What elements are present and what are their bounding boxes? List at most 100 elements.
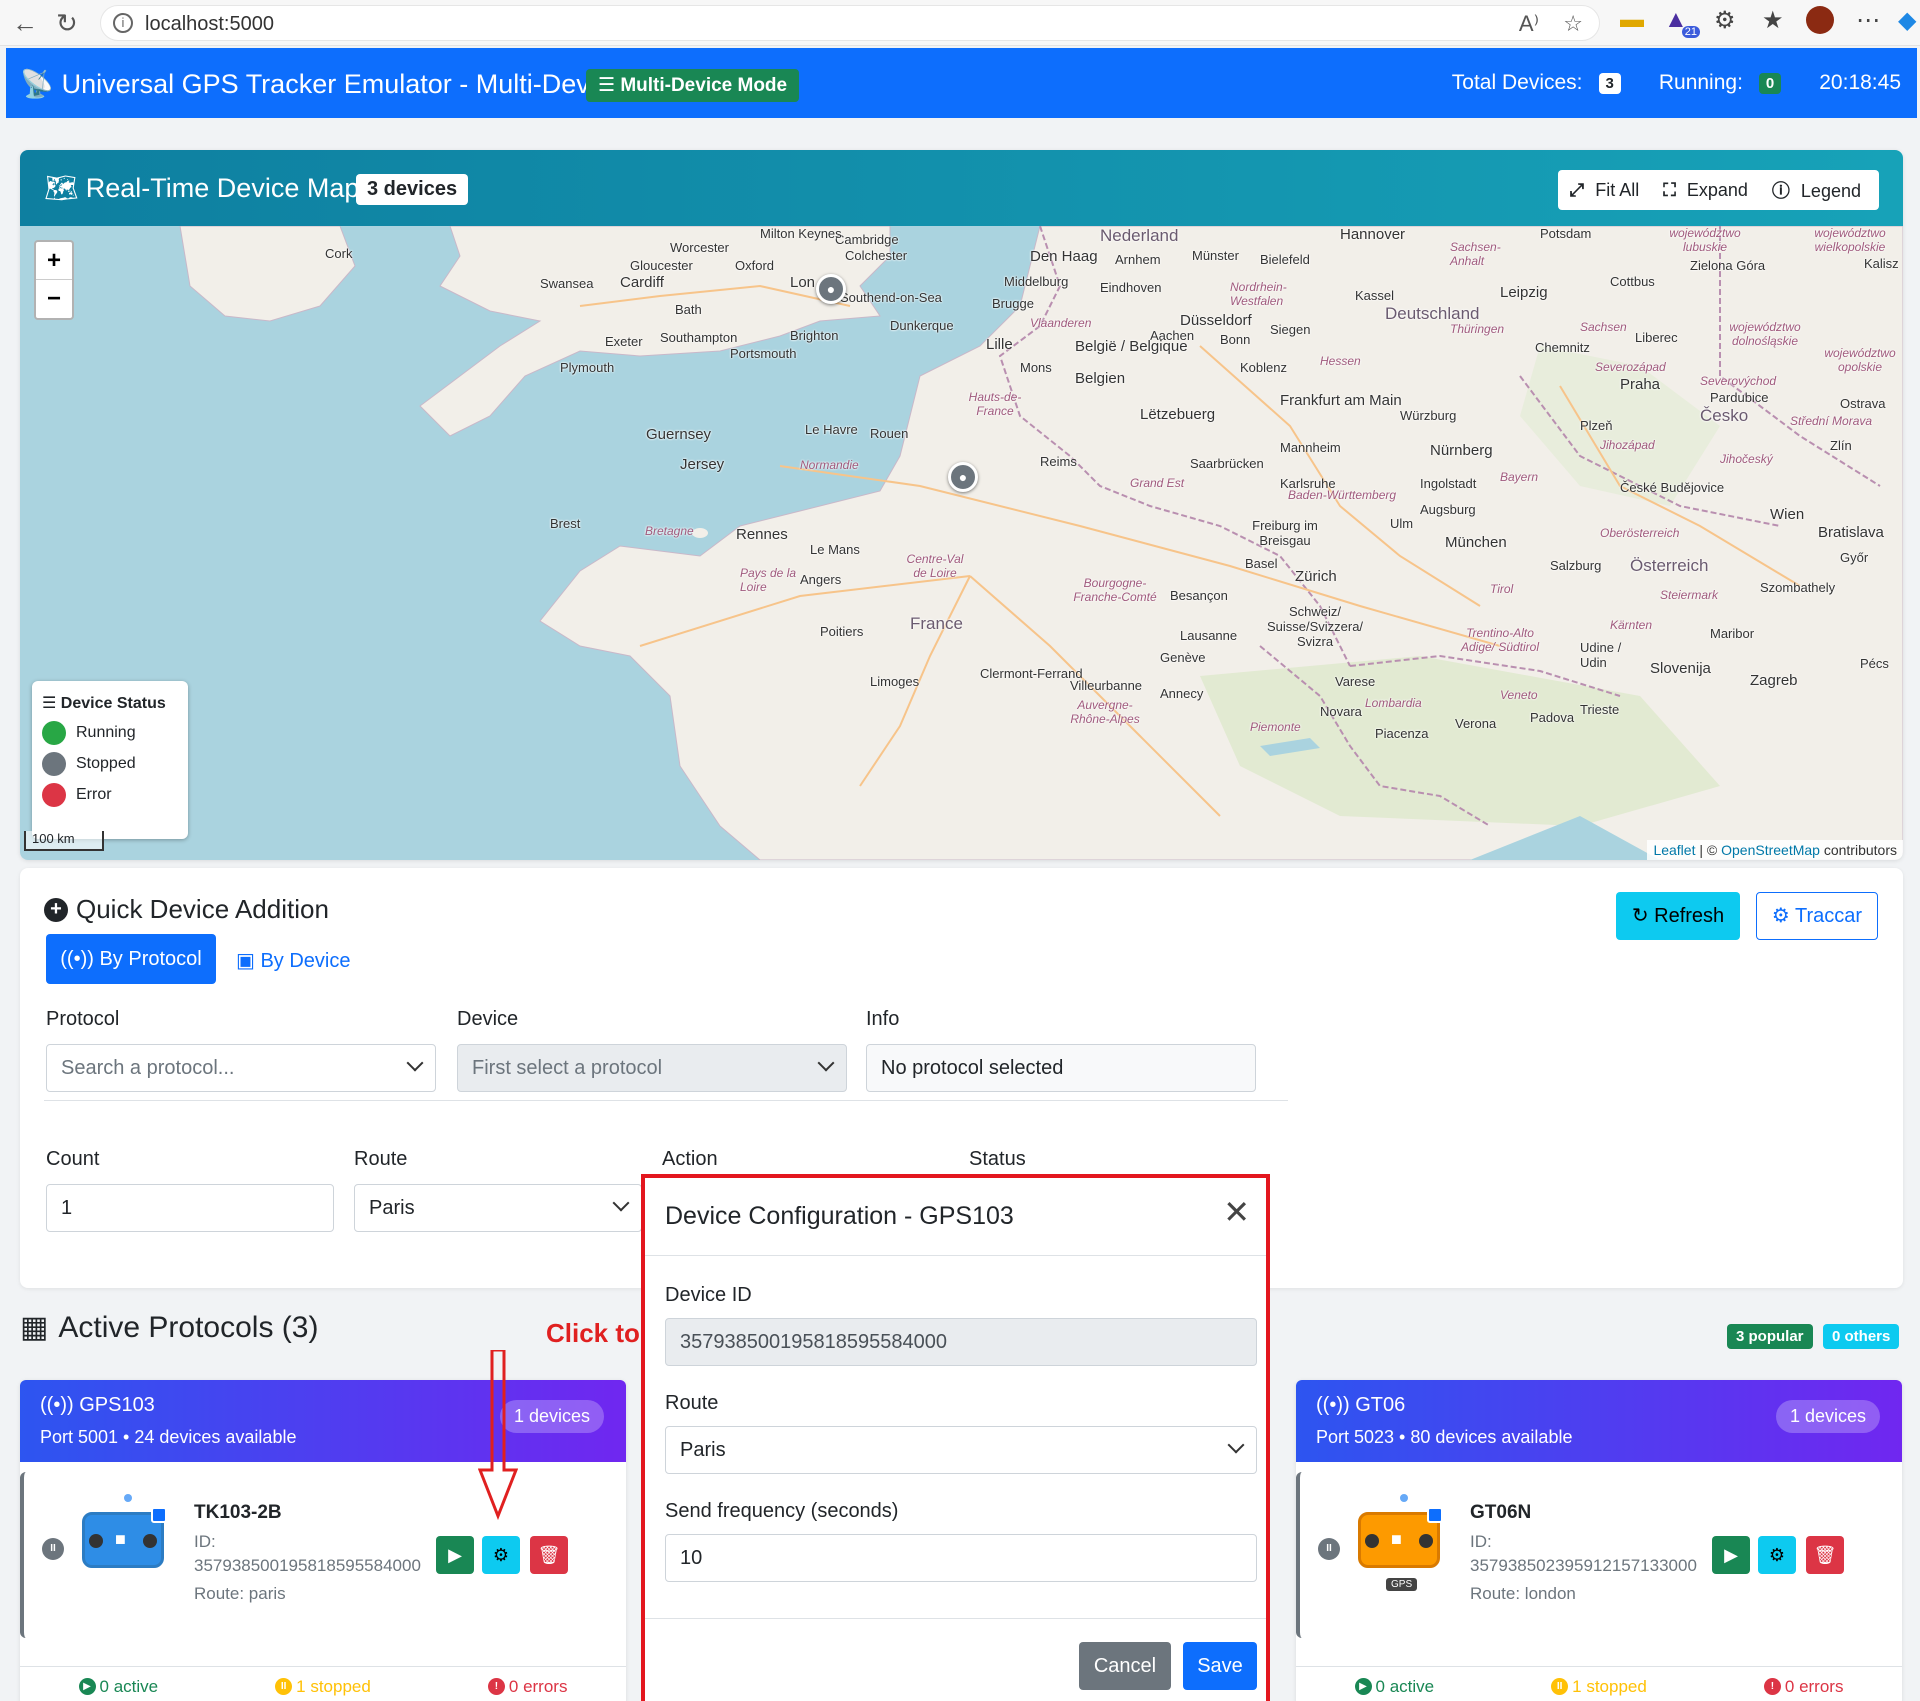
list-icon: ☰ <box>42 695 61 712</box>
wheel-icon <box>1365 1534 1379 1548</box>
quick-add-title: + Quick Device Addition <box>44 894 329 925</box>
map-toolbar: ⤢ Fit All ⛶ Expand ⓘ Legend <box>1557 170 1879 210</box>
copilot-icon[interactable]: ◆ <box>1898 6 1916 35</box>
stopped-text: 1 stopped <box>1572 1676 1647 1696</box>
expand-button[interactable]: ⛶ Expand <box>1657 180 1760 201</box>
delete-button[interactable]: 🗑 <box>1806 1536 1844 1574</box>
extension-graduation-icon[interactable]: ▲21 <box>1664 6 1706 38</box>
delete-button[interactable]: 🗑 <box>530 1536 568 1574</box>
device-marker[interactable]: ● <box>948 462 978 492</box>
map-label: Bielefeld <box>1260 252 1310 267</box>
avatar[interactable] <box>1806 6 1834 34</box>
start-button[interactable]: ▶ <box>436 1536 474 1574</box>
stopped-count: II 1 stopped <box>275 1677 371 1697</box>
map-label: Würzburg <box>1400 408 1457 423</box>
map-region-label: Střední Morava <box>1790 414 1873 428</box>
device-marker[interactable]: ● <box>816 274 846 304</box>
map-region-label: Lombardia <box>1365 696 1422 710</box>
reload-icon[interactable]: ↻ <box>56 8 78 39</box>
cancel-button[interactable]: Cancel <box>1079 1642 1171 1690</box>
active-text: 0 active <box>1375 1676 1435 1696</box>
device-label: Device <box>457 1008 519 1030</box>
map-canvas[interactable]: Cork Worcester Gloucester Oxford Swansea… <box>20 226 1903 860</box>
info-icon[interactable]: i <box>113 13 133 33</box>
pause-icon[interactable]: II <box>1318 1538 1340 1560</box>
favorite-star-icon[interactable]: ☆ <box>1563 11 1583 37</box>
route-select[interactable]: Paris <box>354 1184 642 1232</box>
map-region-label: Veneto <box>1500 688 1538 702</box>
configure-button[interactable]: ⚙ <box>1758 1536 1796 1574</box>
map-region-label: Pays de la Loire <box>740 566 797 594</box>
traccar-button[interactable]: ⚙ Traccar <box>1756 892 1878 940</box>
count-input[interactable]: 1 <box>46 1184 334 1232</box>
extensions-icon[interactable]: ⚙ <box>1714 6 1736 35</box>
osm-link[interactable]: OpenStreetMap <box>1721 842 1820 858</box>
device-id-field[interactable]: 357938500195818595584000 <box>665 1318 1257 1366</box>
map-label: Potsdam <box>1540 226 1592 241</box>
map-label: België / Belgique <box>1075 338 1188 355</box>
device-id-label: Device ID <box>665 1284 752 1306</box>
back-icon[interactable]: ← <box>12 8 38 39</box>
pause-circle-icon: II <box>1551 1678 1569 1695</box>
favorites-icon[interactable]: ★ <box>1762 6 1784 35</box>
leaflet-link[interactable]: Leaflet <box>1653 842 1695 858</box>
wheel-icon <box>143 1534 157 1548</box>
chip-icon: ▣ <box>236 950 261 972</box>
count-label: Count <box>46 1148 100 1170</box>
map-label: Zagreb <box>1750 672 1798 689</box>
map-label: Den Haag <box>1030 248 1098 265</box>
legend-item-error: Error <box>42 783 178 807</box>
sitemap-icon: ▦ <box>20 1311 49 1344</box>
protocol-name-text: GT06 <box>1355 1394 1406 1416</box>
protocol-port: Port 5001 • 24 devices available <box>40 1427 297 1447</box>
frequency-input[interactable]: 10 <box>665 1534 1257 1582</box>
map-label: Reims <box>1040 454 1077 469</box>
gear-icon: ⚙ <box>492 1545 510 1565</box>
zoom-in-button[interactable]: + <box>36 242 72 280</box>
map-label: Cambridge <box>835 232 899 247</box>
map-label: München <box>1445 534 1507 551</box>
more-menu-icon[interactable]: ⋯ <box>1856 6 1880 35</box>
wallet-icon[interactable]: ▬ <box>1620 6 1644 34</box>
route-value: Paris <box>369 1197 415 1219</box>
zoom-out-button[interactable]: − <box>36 280 72 318</box>
map-label: Arnhem <box>1115 252 1161 267</box>
close-icon[interactable]: ✕ <box>1223 1196 1250 1228</box>
map-label: Düsseldorf <box>1180 312 1252 329</box>
app-brand[interactable]: 📡 Universal GPS Tracker Emulator - Multi-… <box>20 68 624 100</box>
map-label: Poitiers <box>820 624 864 639</box>
map-label: Deutschland <box>1385 304 1480 323</box>
save-button[interactable]: Save <box>1183 1642 1257 1690</box>
map-label: Ulm <box>1390 516 1414 531</box>
trash-icon: 🗑 <box>537 1545 561 1565</box>
tab-by-protocol[interactable]: ((•)) By Protocol <box>46 934 216 984</box>
configure-button[interactable]: ⚙ <box>482 1536 520 1574</box>
map-label: Österreich <box>1630 556 1709 575</box>
legend-button[interactable]: ⓘ Legend <box>1766 177 1873 203</box>
extension-badge: 21 <box>1681 26 1701 38</box>
address-bar[interactable]: i localhost:5000 A⁾ ☆ <box>100 5 1600 41</box>
protocol-select[interactable]: Search a protocol... <box>46 1044 436 1092</box>
map-label: Lon <box>790 274 816 291</box>
map-region-label: Jihozápad <box>1600 438 1655 452</box>
fit-all-button[interactable]: ⤢ Fit All <box>1564 180 1651 201</box>
map-region-label: Vlaanderen <box>1030 316 1092 330</box>
refresh-button[interactable]: ↻ Refresh <box>1616 892 1740 940</box>
device-route: Route: london <box>1470 1584 1576 1603</box>
map-label: Ostrava <box>1840 396 1886 411</box>
read-aloud-icon[interactable]: A⁾ <box>1519 11 1539 37</box>
map-region-label: Bourgogne-Franche-Comté <box>1073 576 1157 604</box>
map-label: Lausanne <box>1180 628 1238 643</box>
device-select[interactable]: First select a protocol <box>457 1044 847 1092</box>
route-select[interactable]: Paris <box>665 1426 1257 1474</box>
map-label: Worcester <box>670 240 729 255</box>
start-button[interactable]: ▶ <box>1712 1536 1750 1574</box>
attribution-sep: | © <box>1695 842 1722 858</box>
pause-icon[interactable]: II <box>42 1538 64 1560</box>
url-text[interactable]: localhost:5000 <box>145 13 274 36</box>
map-label: Pardubice <box>1710 390 1769 405</box>
info-field: No protocol selected <box>866 1044 1256 1092</box>
map-label: Mannheim <box>1280 440 1341 455</box>
tab-by-device[interactable]: ▣ By Device <box>236 948 350 973</box>
map-label: Colchester <box>845 248 908 263</box>
